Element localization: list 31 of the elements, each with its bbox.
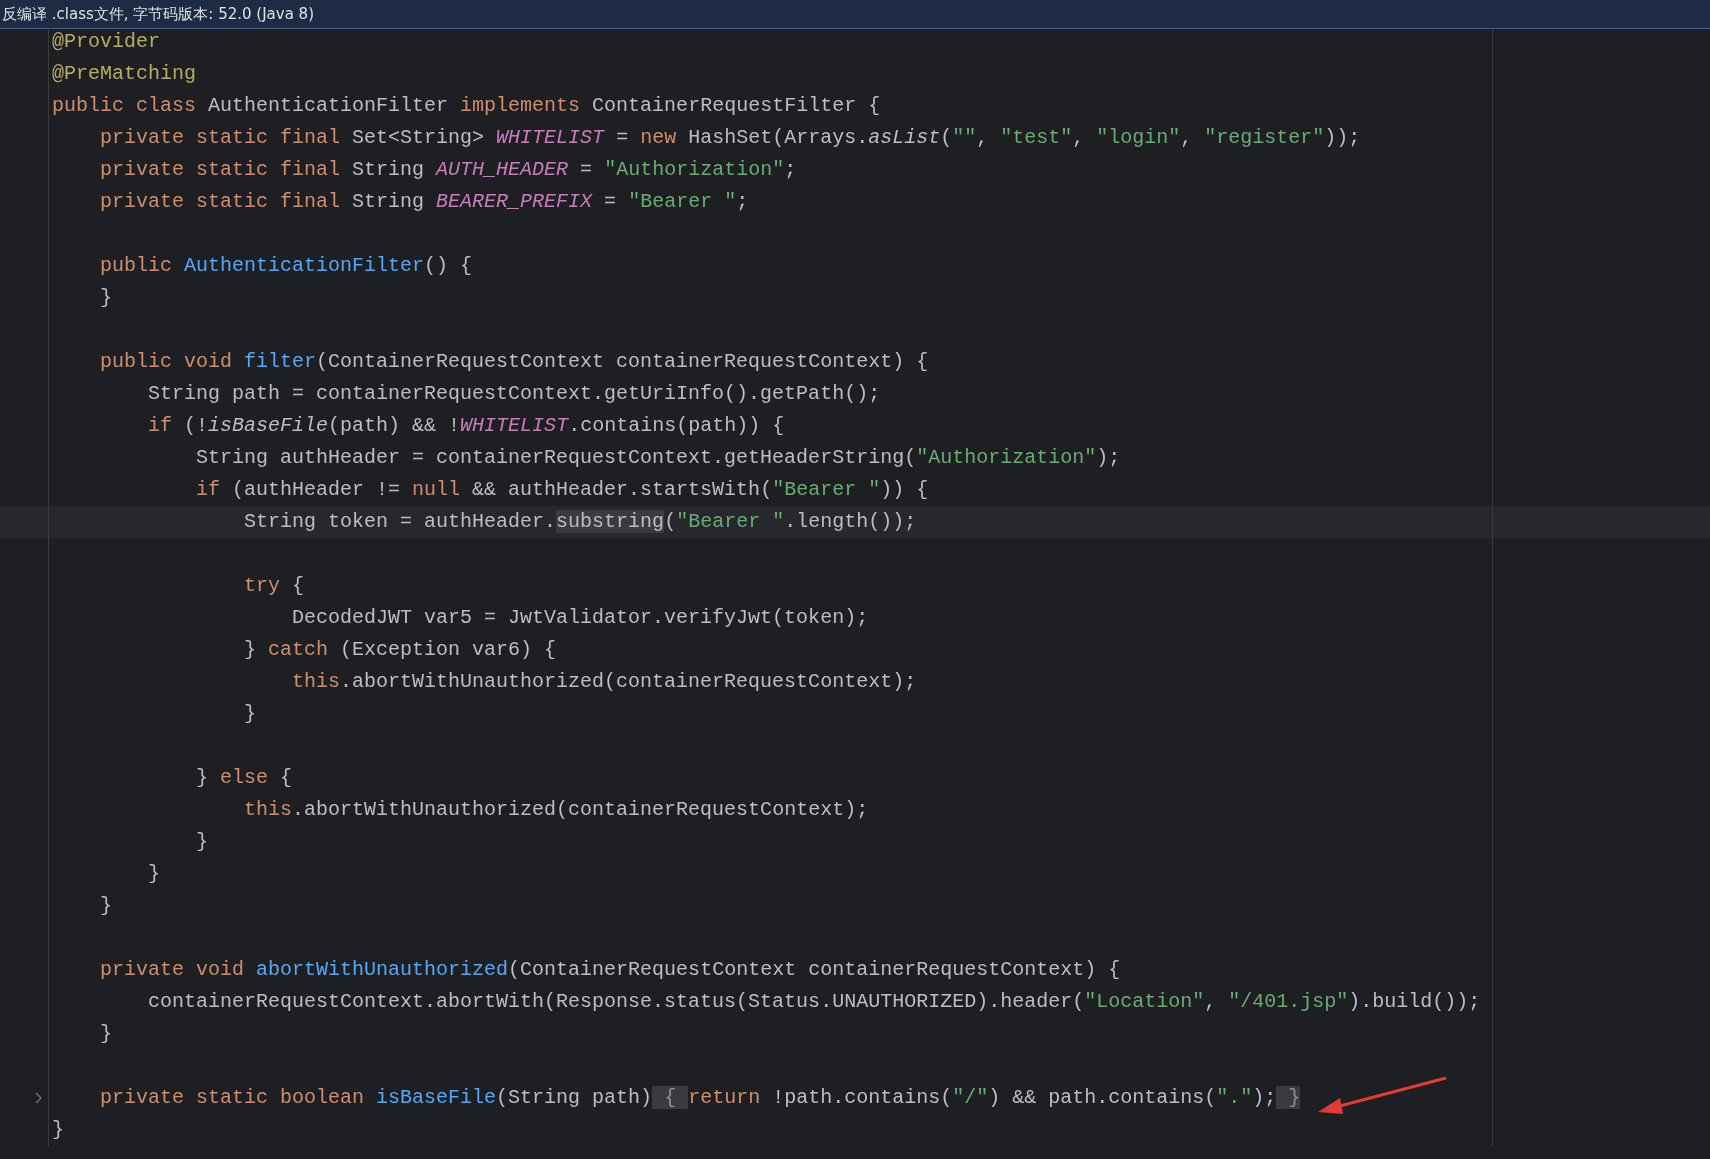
code-line: public AuthenticationFilter() { — [99, 254, 473, 278]
code-line: try { — [243, 574, 305, 598]
code-line: this.abortWithUnauthorized(containerRequestContext); — [291, 670, 917, 694]
code-line: @PreMatching — [52, 62, 197, 86]
code-line: if (!isBaseFile(path) && !WHITELIST.contains(path)) { — [147, 414, 785, 438]
code-line: } — [195, 830, 209, 854]
code-line: String path = containerRequestContext.getUriInfo().getPath(); — [147, 382, 881, 406]
code-line: if (authHeader != null && authHeader.startsWith("Bearer ")) { — [195, 478, 929, 502]
code-line: } — [99, 894, 112, 918]
code-line: } — [99, 286, 112, 310]
fold-chevron-icon[interactable] — [34, 1092, 42, 1104]
code-line: DecodedJWT var5 = JwtValidator.verifyJwt(token); — [291, 606, 869, 630]
code-line: private static boolean isBaseFile(String path) { return !path.contains("/") && path.contains("."); } — [99, 1086, 1301, 1110]
code-line: @Provider — [52, 30, 161, 54]
code-line: } — [243, 702, 257, 726]
code-line: private void abortWithUnauthorized(ContainerRequestContext containerRequestContext) { — [99, 958, 1121, 982]
code-line: String authHeader = containerRequestContext.getHeaderString("Authorization"); — [195, 446, 1121, 470]
decompiled-notice: 反编译 .class文件, 字节码版本: 52.0 (Java 8) — [1, 4, 314, 24]
code-line: private static final String BEARER_PREFIX = "Bearer "; — [99, 190, 749, 214]
code-line: private static final String AUTH_HEADER = "Authorization"; — [99, 158, 797, 182]
code-line: } — [52, 1118, 64, 1142]
code-line: private static final Set<String> WHITELIST = new HashSet(Arrays.asList("", "test", "login", "register")); — [99, 126, 1361, 150]
code-line: String token = authHeader.substring("Bearer ".length()); — [243, 510, 917, 534]
code-line: public void filter(ContainerRequestContext containerRequestContext) { — [99, 350, 929, 374]
code-line: } catch (Exception var6) { — [243, 638, 557, 662]
code-line: } — [147, 862, 161, 886]
code-line: public class AuthenticationFilter implements ContainerRequestFilter { — [52, 94, 881, 118]
code-line: } — [99, 1022, 112, 1046]
code-line: } else { — [195, 766, 293, 790]
code-line: containerRequestContext.abortWith(Response.status(Status.UNAUTHORIZED).header("Location", "/401.jsp").build()); — [147, 990, 1481, 1014]
code-line: this.abortWithUnauthorized(containerRequestContext); — [243, 798, 869, 822]
